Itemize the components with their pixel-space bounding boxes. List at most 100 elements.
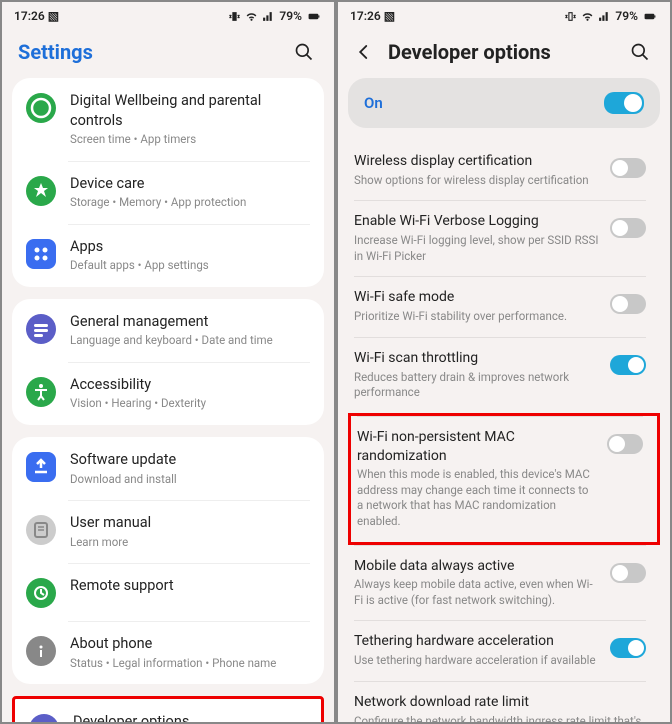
- toggle-switch[interactable]: [610, 158, 646, 178]
- a11y-icon: [26, 377, 56, 407]
- settings-row-manual[interactable]: User manual Learn more: [12, 500, 324, 563]
- toggle-switch[interactable]: [607, 434, 643, 454]
- dev-option-row[interactable]: Mobile data always activeAlways keep mob…: [348, 545, 660, 621]
- option-sub: Always keep mobile data active, even whe…: [354, 577, 600, 608]
- master-toggle-label: On: [364, 94, 604, 112]
- manual-icon: [26, 515, 56, 545]
- status-bar: 17:26 ▧ 79%: [338, 2, 670, 30]
- wifi-icon: [581, 10, 594, 23]
- row-sub: Language and keyboard • Date and time: [70, 333, 310, 349]
- search-icon: [294, 42, 314, 62]
- settings-row-remote[interactable]: Remote support: [12, 563, 324, 621]
- settings-row-a11y[interactable]: AccessibilityVision • Hearing • Dexterit…: [12, 362, 324, 425]
- row-title: Apps: [70, 237, 310, 257]
- battery-pct: 79%: [279, 9, 302, 23]
- row-title: User manual: [70, 513, 310, 533]
- vibrate-icon: [564, 10, 577, 23]
- row-sub: Screen time • App timers: [70, 132, 310, 148]
- dev-option-row[interactable]: Tethering hardware acceleration Use tethe…: [348, 620, 660, 680]
- battery-icon: [306, 10, 322, 23]
- option-sub: Prioritize Wi-Fi stability over performa…: [354, 309, 600, 325]
- option-sub: Show options for wireless display certif…: [354, 173, 600, 189]
- dev-option-row[interactable]: Network download rate limit Configure the…: [348, 681, 660, 722]
- chevron-left-icon: [355, 43, 373, 61]
- row-title: Software update: [70, 450, 310, 470]
- settings-screen: 17:26 ▧ 79% Settings Digital Wellbeing a…: [0, 0, 336, 724]
- row-sub: Download and install: [70, 472, 310, 488]
- settings-list[interactable]: Digital Wellbeing and parental controls S…: [2, 78, 334, 722]
- option-sub: Increase Wi-Fi logging level, show per S…: [354, 233, 600, 264]
- toggle-switch[interactable]: [610, 218, 646, 238]
- option-title: Enable Wi-Fi Verbose Logging: [354, 212, 600, 231]
- option-title: Wi-Fi non-persistent MAC randomization: [357, 428, 597, 466]
- dev-icon: [29, 714, 59, 722]
- row-sub: Learn more: [70, 535, 310, 551]
- row-sub: Default apps • App settings: [70, 258, 310, 274]
- master-toggle-card[interactable]: On: [348, 78, 660, 128]
- remote-icon: [26, 578, 56, 608]
- option-title: Mobile data always active: [354, 557, 600, 576]
- page-title: Settings: [18, 40, 276, 64]
- vibrate-icon: [228, 10, 241, 23]
- settings-row-about[interactable]: About phone Status • Legal information • …: [12, 621, 324, 684]
- row-title: General management: [70, 312, 310, 332]
- master-toggle-switch[interactable]: [604, 92, 644, 114]
- settings-row-update[interactable]: Software update Download and install: [12, 437, 324, 500]
- dev-option-row[interactable]: Wi-Fi non-persistent MAC randomizationWh…: [348, 413, 660, 545]
- status-bar: 17:26 ▧ 79%: [2, 2, 334, 30]
- battery-icon: [642, 10, 658, 23]
- dev-option-row[interactable]: Wi-Fi safe mode Prioritize Wi-Fi stabilit…: [348, 276, 660, 336]
- option-sub: When this mode is enabled, this device's…: [357, 467, 597, 529]
- row-sub: Storage • Memory • App protection: [70, 195, 310, 211]
- back-button[interactable]: [354, 42, 374, 62]
- row-title: Accessibility: [70, 375, 310, 395]
- status-time: 17:26: [350, 9, 381, 23]
- row-title: Remote support: [70, 576, 310, 596]
- row-title: Developer options: [73, 712, 307, 722]
- dev-option-row[interactable]: Enable Wi-Fi Verbose Logging Increase Wi-…: [348, 200, 660, 276]
- wifi-icon: [245, 10, 258, 23]
- option-title: Tethering hardware acceleration: [354, 632, 600, 651]
- search-icon: [630, 42, 650, 62]
- signal-icon: [598, 10, 611, 23]
- dev-option-row[interactable]: Wi-Fi scan throttling Reduces battery dra…: [348, 337, 660, 413]
- search-button[interactable]: [290, 38, 318, 66]
- option-title: Wireless display certification: [354, 152, 600, 171]
- signal-icon: [262, 10, 275, 23]
- dev-options-list[interactable]: Wireless display certification Show optio…: [338, 140, 670, 722]
- option-title: Wi-Fi safe mode: [354, 288, 600, 307]
- settings-row-apps[interactable]: AppsDefault apps • App settings: [12, 224, 324, 287]
- row-sub: Status • Legal information • Phone name: [70, 656, 310, 672]
- settings-row-wellbeing[interactable]: Digital Wellbeing and parental controls S…: [12, 78, 324, 161]
- dev-option-row[interactable]: Wireless display certification Show optio…: [348, 140, 660, 200]
- gallery-icon: ▧: [384, 9, 395, 23]
- option-sub: Use tethering hardware acceleration if a…: [354, 653, 600, 669]
- settings-row-dev[interactable]: Developer optionsDeveloper options: [15, 699, 321, 722]
- toggle-switch[interactable]: [610, 563, 646, 583]
- apps-icon: [26, 239, 56, 269]
- option-sub: Reduces battery drain & improves network…: [354, 370, 600, 401]
- row-title: Digital Wellbeing and parental controls: [70, 91, 310, 130]
- about-icon: [26, 636, 56, 666]
- settings-row-device[interactable]: Device careStorage • Memory • App protec…: [12, 161, 324, 224]
- general-icon: [26, 314, 56, 344]
- toggle-switch[interactable]: [610, 638, 646, 658]
- status-time: 17:26: [14, 9, 45, 23]
- developer-options-screen: 17:26 ▧ 79% Developer options On Wireles…: [336, 0, 672, 724]
- row-title: Device care: [70, 174, 310, 194]
- search-button[interactable]: [626, 38, 654, 66]
- gallery-icon: ▧: [48, 9, 59, 23]
- wellbeing-icon: [26, 93, 56, 123]
- battery-pct: 79%: [615, 9, 638, 23]
- page-title: Developer options: [388, 40, 612, 64]
- toggle-switch[interactable]: [610, 355, 646, 375]
- option-title: Wi-Fi scan throttling: [354, 349, 600, 368]
- option-title: Network download rate limit: [354, 693, 646, 712]
- toggle-switch[interactable]: [610, 294, 646, 314]
- settings-row-general[interactable]: General managementLanguage and keyboard …: [12, 299, 324, 362]
- row-sub: Vision • Hearing • Dexterity: [70, 396, 310, 412]
- device-icon: [26, 176, 56, 206]
- row-title: About phone: [70, 634, 310, 654]
- option-sub: Configure the network bandwidth ingress …: [354, 714, 646, 722]
- update-icon: [26, 452, 56, 482]
